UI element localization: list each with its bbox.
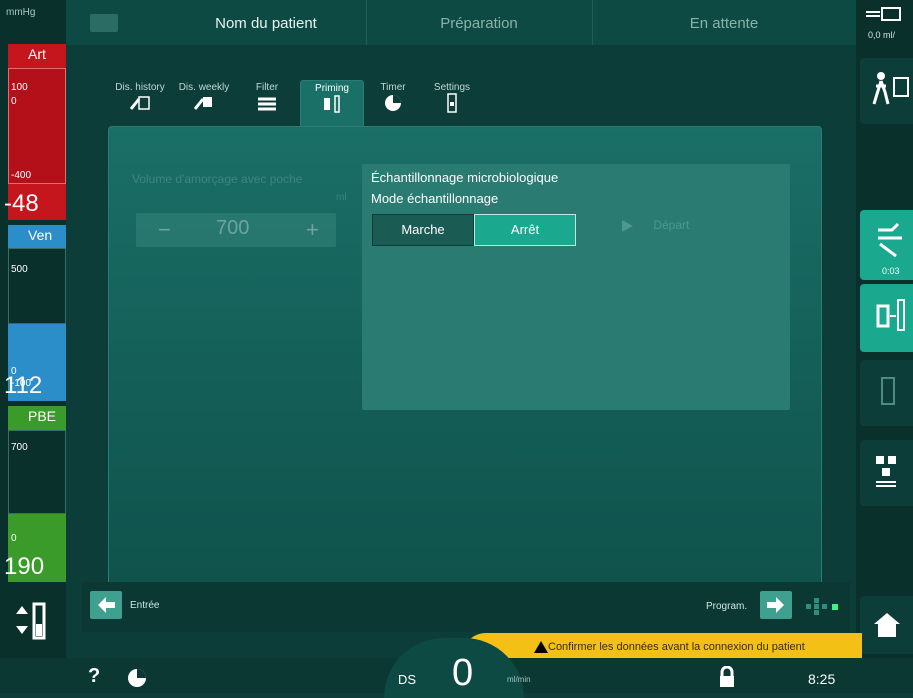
uf-volume-readout: 0,0 ml/ xyxy=(868,30,896,40)
status-label: En attente xyxy=(689,15,759,32)
tab-dis-history[interactable]: Dis. history xyxy=(108,80,172,126)
flow-value: 0 xyxy=(452,652,474,694)
lock-icon xyxy=(720,665,734,687)
tab-settings[interactable]: Settings xyxy=(424,80,480,126)
priming-side-button[interactable] xyxy=(860,284,913,352)
tab-dis-weekly[interactable]: Dis. weekly xyxy=(172,80,236,126)
art-scale-bottom: -400 xyxy=(11,170,32,181)
syringe-button[interactable] xyxy=(8,596,58,654)
help-button[interactable]: ? xyxy=(88,665,100,688)
sampling-off-button[interactable]: Arrêt xyxy=(474,214,576,246)
priming-volume-unit: ml xyxy=(336,192,347,203)
bypass-icon xyxy=(878,222,902,258)
patient-connect-icon xyxy=(872,72,909,105)
home-icon xyxy=(874,613,900,637)
pressure-unit-label: mmHg xyxy=(6,7,36,18)
bypass-timer: 0:03 xyxy=(882,266,900,276)
start-sampling-button[interactable]: Départ xyxy=(620,218,689,233)
flow-unit: ml/min xyxy=(507,675,531,684)
pbe-label: PBE xyxy=(28,408,57,424)
ven-scale-top: 500 xyxy=(11,264,28,275)
sampling-on-button[interactable]: Marche xyxy=(372,214,474,246)
play-icon xyxy=(622,219,633,232)
flow-label: DS xyxy=(398,672,417,687)
clock: 8:25 xyxy=(808,671,836,687)
next-button[interactable] xyxy=(760,591,792,619)
tab-priming[interactable]: Priming xyxy=(300,80,364,126)
art-label: Art xyxy=(28,46,46,62)
arrow-right-icon xyxy=(767,597,784,613)
uf-icon xyxy=(866,7,901,21)
timer-icon xyxy=(385,95,401,111)
ven-value: 112 xyxy=(4,372,43,399)
tab-filter[interactable]: Filter xyxy=(236,80,298,126)
syringe-icon xyxy=(16,602,46,640)
home-button[interactable] xyxy=(860,596,913,654)
priming-icon xyxy=(876,299,905,331)
patient-connect-button[interactable] xyxy=(860,58,913,124)
dis-history-icon xyxy=(129,96,150,110)
filter-disabled-icon xyxy=(881,377,895,405)
patient-name[interactable]: Nom du patient xyxy=(166,0,367,45)
priming-volume-stepper[interactable]: − 700 + xyxy=(136,213,336,247)
art-scale-top: 100 xyxy=(11,82,28,93)
start-sampling-label: Départ xyxy=(653,218,690,232)
menu-icon[interactable] xyxy=(90,14,118,32)
priming-icon xyxy=(324,95,340,113)
step-indicator-icon xyxy=(804,596,844,623)
filter-icon xyxy=(258,97,276,111)
filter-side-button[interactable] xyxy=(860,360,913,426)
timer-status-icon[interactable] xyxy=(126,667,148,694)
back-button[interactable] xyxy=(90,591,122,619)
tab-filter-label: Filter xyxy=(255,82,279,93)
arrow-left-icon xyxy=(98,597,115,613)
phase-label: Préparation xyxy=(366,0,593,45)
next-label: Program. xyxy=(706,601,748,612)
art-scale-zero: 0 xyxy=(11,96,17,107)
decrease-button[interactable]: − xyxy=(158,217,171,243)
art-value: -48 xyxy=(4,190,39,217)
ven-upper-box xyxy=(8,248,66,324)
dis-weekly-icon xyxy=(193,97,212,110)
back-label: Entrée xyxy=(130,600,160,611)
pbe-value: 190 xyxy=(4,553,45,580)
tab-dis-weekly-label: Dis. weekly xyxy=(178,82,230,93)
warning-text: Confirmer les données avant la connexion… xyxy=(548,641,805,653)
micro-sampling-title: Échantillonnage microbiologique xyxy=(371,170,559,185)
tab-settings-label: Settings xyxy=(433,82,471,93)
warning-icon xyxy=(534,640,548,658)
network-icon xyxy=(876,456,896,487)
network-button[interactable] xyxy=(860,440,913,506)
sampling-mode-label: Mode échantillonnage xyxy=(371,191,499,206)
pbe-scale-top: 700 xyxy=(11,442,28,453)
tab-priming-label: Priming xyxy=(315,83,349,94)
settings-icon xyxy=(447,93,457,113)
tab-dis-history-label: Dis. history xyxy=(115,82,165,93)
top-bar: Nom du patient Préparation En attente xyxy=(66,0,856,45)
lock-button[interactable] xyxy=(718,665,736,693)
tab-timer[interactable]: Timer xyxy=(366,80,420,126)
priming-volume-label: Volume d'amorçage avec poche xyxy=(132,172,303,186)
priming-volume-value: 700 xyxy=(216,217,250,239)
ven-label: Ven xyxy=(28,227,53,243)
increase-button[interactable]: + xyxy=(306,217,319,243)
tab-timer-label: Timer xyxy=(380,82,406,93)
pbe-scale-bottom: 0 xyxy=(11,533,17,544)
